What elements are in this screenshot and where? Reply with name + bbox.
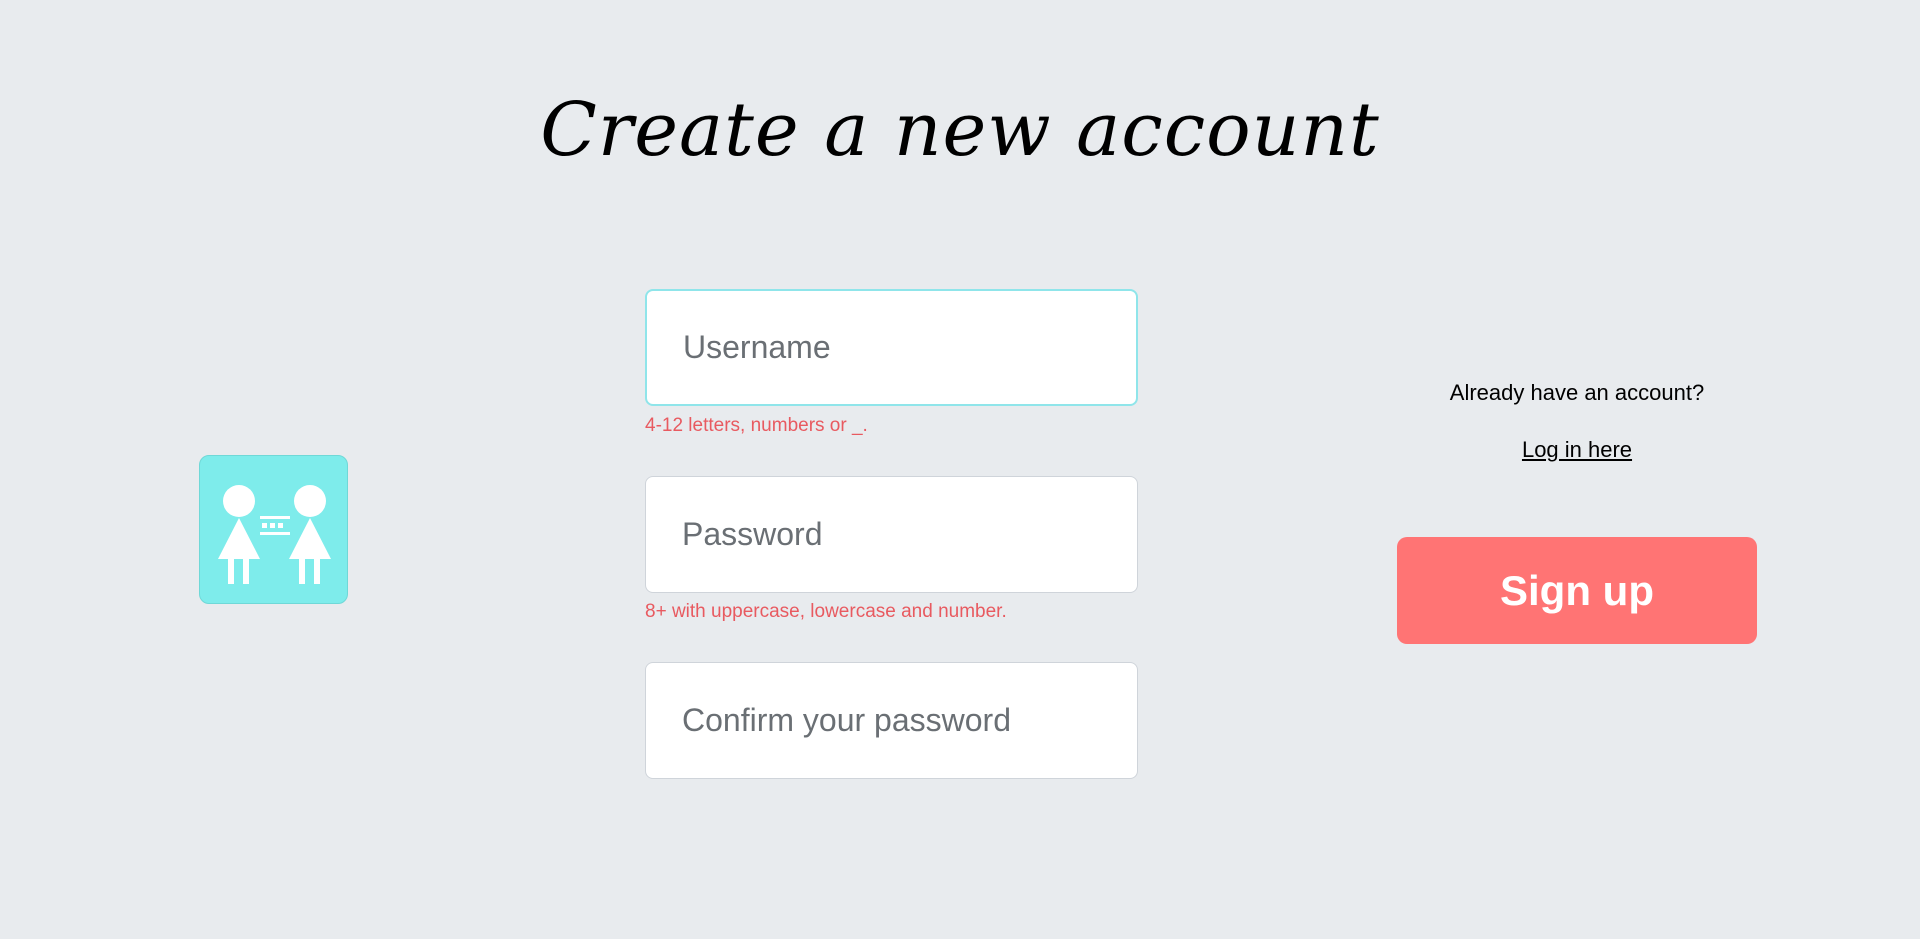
two-people-chat-icon xyxy=(218,485,331,584)
username-input[interactable] xyxy=(645,289,1138,406)
app-logo xyxy=(199,455,348,604)
page-title: Create a new account xyxy=(540,87,1380,173)
username-hint: 4-12 letters, numbers or _. xyxy=(645,415,868,436)
login-link[interactable]: Log in here xyxy=(1397,437,1757,463)
signup-button[interactable]: Sign up xyxy=(1397,537,1757,644)
password-input[interactable] xyxy=(645,476,1138,593)
signup-page: Create a new account 4-12 letters, numbe… xyxy=(0,0,1920,939)
password-hint: 8+ with uppercase, lowercase and number. xyxy=(645,601,1007,622)
confirm-password-input[interactable] xyxy=(645,662,1138,779)
already-have-account-text: Already have an account? xyxy=(1449,380,1705,405)
